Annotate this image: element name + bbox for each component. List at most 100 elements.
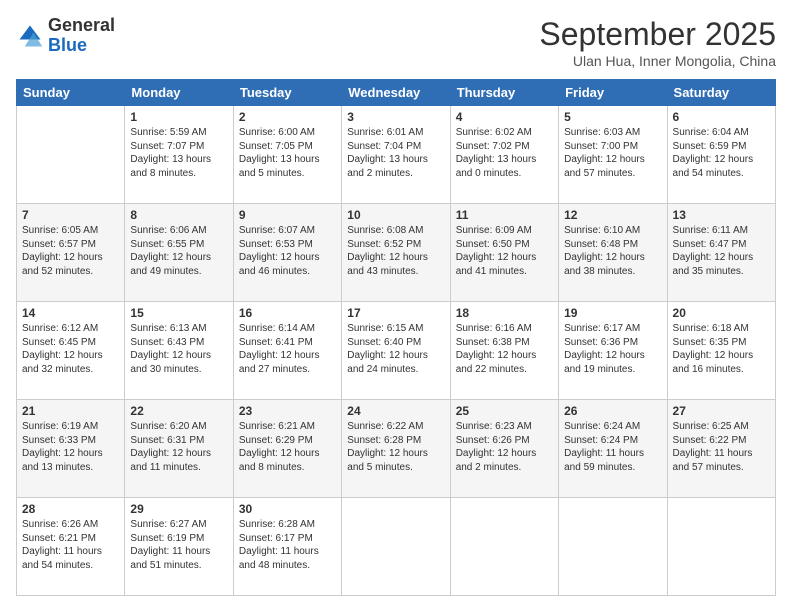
page: General Blue September 2025 Ulan Hua, In…: [0, 0, 792, 612]
cell-info-line: Sunrise: 6:02 AM: [456, 126, 553, 140]
cell-info-line: and 13 minutes.: [22, 461, 119, 475]
cell-info-line: Sunrise: 6:05 AM: [22, 224, 119, 238]
logo: General Blue: [16, 16, 115, 56]
cell-info-line: and 19 minutes.: [564, 363, 661, 377]
cell-info-line: and 8 minutes.: [130, 167, 227, 181]
day-number: 15: [130, 306, 227, 320]
cell-info-line: Sunrise: 6:12 AM: [22, 322, 119, 336]
calendar-cell: 14Sunrise: 6:12 AMSunset: 6:45 PMDayligh…: [17, 302, 125, 400]
calendar-cell: 2Sunrise: 6:00 AMSunset: 7:05 PMDaylight…: [233, 106, 341, 204]
header: General Blue September 2025 Ulan Hua, In…: [16, 16, 776, 69]
week-row-0: 1Sunrise: 5:59 AMSunset: 7:07 PMDaylight…: [17, 106, 776, 204]
day-number: 22: [130, 404, 227, 418]
cell-info-line: and 35 minutes.: [673, 265, 770, 279]
cell-info-line: Daylight: 12 hours: [22, 447, 119, 461]
day-number: 30: [239, 502, 336, 516]
cell-info-line: Daylight: 12 hours: [239, 447, 336, 461]
calendar-cell: 20Sunrise: 6:18 AMSunset: 6:35 PMDayligh…: [667, 302, 775, 400]
header-cell-saturday: Saturday: [667, 80, 775, 106]
cell-info-line: Daylight: 12 hours: [564, 251, 661, 265]
cell-info-line: and 2 minutes.: [456, 461, 553, 475]
cell-info-line: Sunrise: 6:07 AM: [239, 224, 336, 238]
cell-info-line: Daylight: 12 hours: [673, 349, 770, 363]
calendar-cell: 13Sunrise: 6:11 AMSunset: 6:47 PMDayligh…: [667, 204, 775, 302]
cell-info-line: Sunset: 6:17 PM: [239, 532, 336, 546]
cell-info-line: and 30 minutes.: [130, 363, 227, 377]
calendar-cell: [559, 498, 667, 596]
calendar-cell: 8Sunrise: 6:06 AMSunset: 6:55 PMDaylight…: [125, 204, 233, 302]
calendar-cell: 18Sunrise: 6:16 AMSunset: 6:38 PMDayligh…: [450, 302, 558, 400]
cell-info-line: Daylight: 12 hours: [22, 349, 119, 363]
day-number: 23: [239, 404, 336, 418]
calendar-cell: 11Sunrise: 6:09 AMSunset: 6:50 PMDayligh…: [450, 204, 558, 302]
cell-info-line: Daylight: 12 hours: [673, 153, 770, 167]
cell-info-line: Sunset: 6:22 PM: [673, 434, 770, 448]
cell-info-line: Sunrise: 6:08 AM: [347, 224, 444, 238]
header-cell-friday: Friday: [559, 80, 667, 106]
cell-info-line: Sunset: 7:05 PM: [239, 140, 336, 154]
logo-blue: Blue: [48, 35, 87, 55]
calendar-cell: 27Sunrise: 6:25 AMSunset: 6:22 PMDayligh…: [667, 400, 775, 498]
cell-info-line: Sunrise: 6:22 AM: [347, 420, 444, 434]
day-number: 16: [239, 306, 336, 320]
cell-info-line: Daylight: 12 hours: [456, 251, 553, 265]
cell-info-line: Sunrise: 6:14 AM: [239, 322, 336, 336]
cell-info-line: Sunset: 6:29 PM: [239, 434, 336, 448]
cell-info-line: Sunset: 6:19 PM: [130, 532, 227, 546]
calendar-cell: [342, 498, 450, 596]
cell-info-line: Sunset: 6:55 PM: [130, 238, 227, 252]
calendar-cell: 7Sunrise: 6:05 AMSunset: 6:57 PMDaylight…: [17, 204, 125, 302]
cell-info-line: and 49 minutes.: [130, 265, 227, 279]
location: Ulan Hua, Inner Mongolia, China: [539, 53, 776, 69]
cell-info-line: Sunset: 6:36 PM: [564, 336, 661, 350]
header-cell-tuesday: Tuesday: [233, 80, 341, 106]
cell-info-line: Daylight: 13 hours: [239, 153, 336, 167]
calendar-cell: 25Sunrise: 6:23 AMSunset: 6:26 PMDayligh…: [450, 400, 558, 498]
cell-info-line: Sunrise: 6:24 AM: [564, 420, 661, 434]
logo-general: General: [48, 15, 115, 35]
calendar-cell: 10Sunrise: 6:08 AMSunset: 6:52 PMDayligh…: [342, 204, 450, 302]
cell-info-line: and 41 minutes.: [456, 265, 553, 279]
week-row-1: 7Sunrise: 6:05 AMSunset: 6:57 PMDaylight…: [17, 204, 776, 302]
cell-info-line: Sunrise: 6:10 AM: [564, 224, 661, 238]
cell-info-line: Daylight: 12 hours: [564, 349, 661, 363]
header-cell-monday: Monday: [125, 80, 233, 106]
cell-info-line: Daylight: 12 hours: [239, 251, 336, 265]
day-number: 4: [456, 110, 553, 124]
cell-info-line: and 0 minutes.: [456, 167, 553, 181]
cell-info-line: and 38 minutes.: [564, 265, 661, 279]
cell-info-line: and 48 minutes.: [239, 559, 336, 573]
cell-info-line: Sunrise: 6:19 AM: [22, 420, 119, 434]
calendar-cell: [17, 106, 125, 204]
cell-info-line: Daylight: 11 hours: [673, 447, 770, 461]
day-number: 29: [130, 502, 227, 516]
header-cell-sunday: Sunday: [17, 80, 125, 106]
cell-info-line: and 32 minutes.: [22, 363, 119, 377]
header-cell-thursday: Thursday: [450, 80, 558, 106]
cell-info-line: and 57 minutes.: [564, 167, 661, 181]
cell-info-line: Daylight: 12 hours: [130, 251, 227, 265]
calendar-cell: 28Sunrise: 6:26 AMSunset: 6:21 PMDayligh…: [17, 498, 125, 596]
cell-info-line: Daylight: 12 hours: [239, 349, 336, 363]
cell-info-line: Daylight: 12 hours: [456, 447, 553, 461]
cell-info-line: Daylight: 11 hours: [564, 447, 661, 461]
header-cell-wednesday: Wednesday: [342, 80, 450, 106]
cell-info-line: Sunset: 6:41 PM: [239, 336, 336, 350]
cell-info-line: Sunrise: 6:04 AM: [673, 126, 770, 140]
cell-info-line: Sunrise: 6:03 AM: [564, 126, 661, 140]
title-block: September 2025 Ulan Hua, Inner Mongolia,…: [539, 16, 776, 69]
cell-info-line: and 54 minutes.: [22, 559, 119, 573]
cell-info-line: Daylight: 12 hours: [347, 251, 444, 265]
day-number: 11: [456, 208, 553, 222]
cell-info-line: Daylight: 11 hours: [22, 545, 119, 559]
calendar-cell: 26Sunrise: 6:24 AMSunset: 6:24 PMDayligh…: [559, 400, 667, 498]
cell-info-line: Sunset: 7:00 PM: [564, 140, 661, 154]
day-number: 3: [347, 110, 444, 124]
day-number: 18: [456, 306, 553, 320]
cell-info-line: Daylight: 12 hours: [130, 349, 227, 363]
cell-info-line: and 51 minutes.: [130, 559, 227, 573]
cell-info-line: Daylight: 12 hours: [22, 251, 119, 265]
cell-info-line: Sunrise: 6:09 AM: [456, 224, 553, 238]
calendar-cell: 4Sunrise: 6:02 AMSunset: 7:02 PMDaylight…: [450, 106, 558, 204]
calendar-cell: 6Sunrise: 6:04 AMSunset: 6:59 PMDaylight…: [667, 106, 775, 204]
